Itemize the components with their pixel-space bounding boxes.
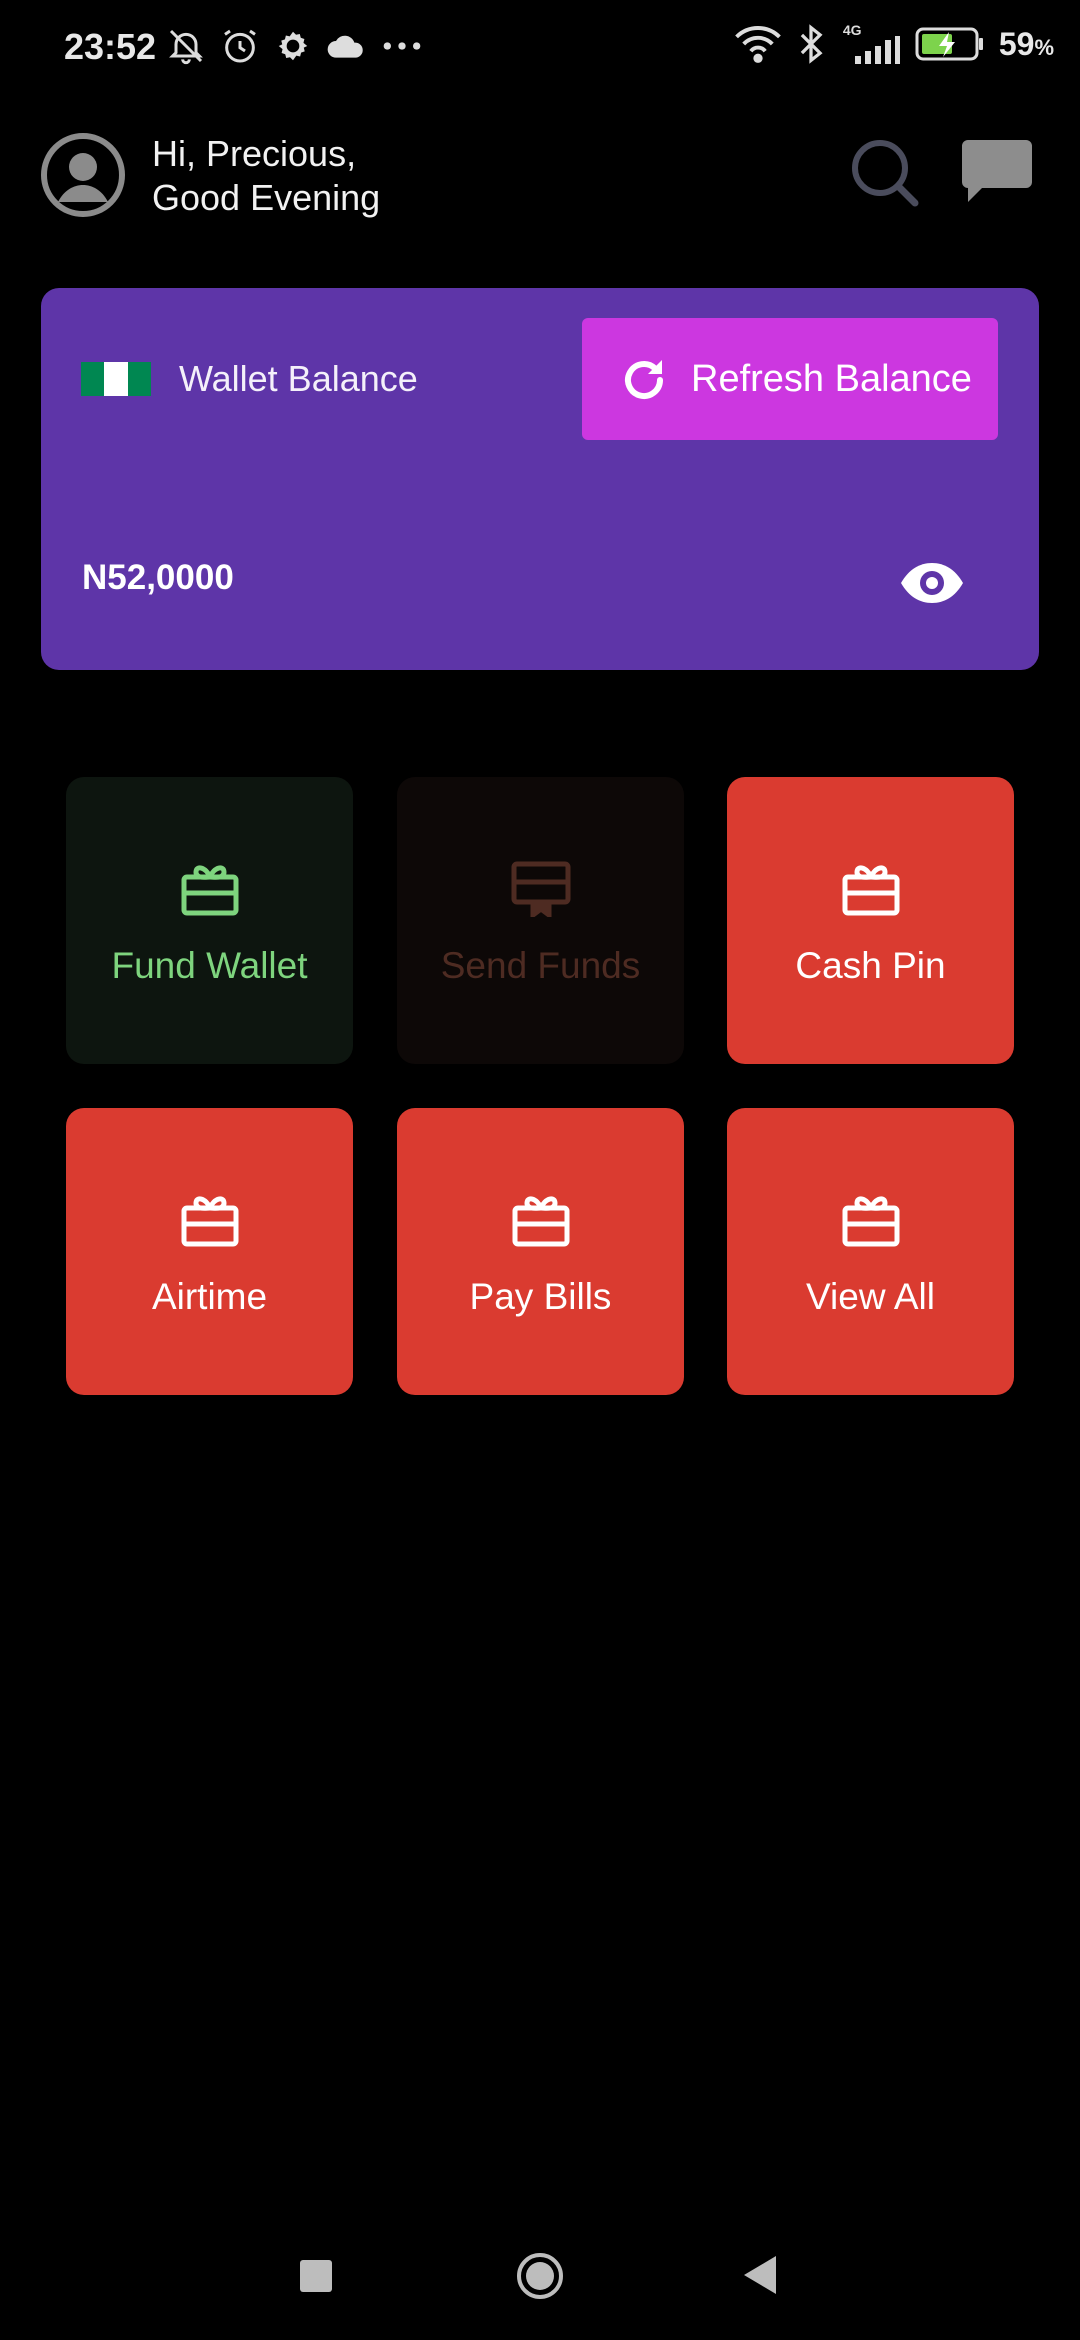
- home-button[interactable]: [516, 2252, 564, 2300]
- refresh-balance-label: Refresh Balance: [691, 358, 972, 400]
- cloud-icon: [327, 35, 363, 58]
- eye-icon[interactable]: [899, 560, 965, 606]
- search-icon[interactable]: [848, 136, 920, 208]
- more-dots-icon: [383, 42, 421, 50]
- alarm-icon: [224, 29, 256, 63]
- muted-bell-icon: [169, 29, 203, 65]
- greeting: Hi, Precious, Good Evening: [152, 132, 380, 220]
- tile-label: Send Funds: [440, 945, 641, 986]
- wallet-balance-amount: N52,0000: [82, 558, 234, 597]
- gift-card-icon: [181, 865, 238, 916]
- signal-4g-icon: 4G: [839, 22, 901, 64]
- status-time: 23:52: [64, 26, 157, 67]
- tile-airtime[interactable]: Airtime: [66, 1108, 353, 1395]
- tile-label: Fund Wallet: [111, 945, 308, 986]
- tile-fund-wallet[interactable]: Fund Wallet: [66, 777, 353, 1064]
- certificate-icon: [511, 861, 570, 917]
- tile-view-all[interactable]: View All: [727, 1108, 1014, 1395]
- wallet-card: Wallet Balance Refresh Balance N52,0000: [41, 288, 1039, 670]
- tile-label: Pay Bills: [469, 1276, 612, 1317]
- battery-charging-icon: [915, 27, 983, 61]
- nigeria-flag-icon: [81, 362, 151, 396]
- back-button[interactable]: [742, 2254, 778, 2296]
- gift-card-icon: [181, 1196, 238, 1247]
- tile-cash-pin[interactable]: Cash Pin: [727, 777, 1014, 1064]
- wifi-icon: [735, 26, 781, 63]
- avatar-icon[interactable]: [40, 132, 126, 218]
- tile-label: Cash Pin: [795, 945, 946, 986]
- tile-label: View All: [806, 1276, 935, 1317]
- gift-card-icon: [512, 1196, 569, 1247]
- tile-send-funds[interactable]: Send Funds: [397, 777, 684, 1064]
- system-nav-bar: [0, 2230, 1080, 2320]
- greeting-line1: Hi, Precious,: [152, 133, 357, 174]
- gift-card-icon: [842, 1196, 899, 1247]
- tile-label: Airtime: [151, 1276, 268, 1317]
- refresh-balance-button[interactable]: Refresh Balance: [582, 318, 998, 440]
- recents-button[interactable]: [300, 2260, 332, 2292]
- settings-icon: [278, 31, 308, 61]
- status-right-icons: 4G 59%: [733, 22, 1054, 64]
- battery-percent: 59%: [998, 25, 1054, 62]
- chat-icon[interactable]: [960, 138, 1034, 206]
- wallet-balance-label: Wallet Balance: [179, 358, 418, 399]
- gift-card-icon: [842, 865, 899, 916]
- bluetooth-icon: [800, 24, 823, 64]
- greeting-line2: Good Evening: [152, 177, 381, 218]
- refresh-icon: [625, 360, 663, 399]
- status-left-icons: [166, 26, 424, 66]
- tile-pay-bills[interactable]: Pay Bills: [397, 1108, 684, 1395]
- status-bar: 23:52 4G 59%: [0, 0, 1080, 96]
